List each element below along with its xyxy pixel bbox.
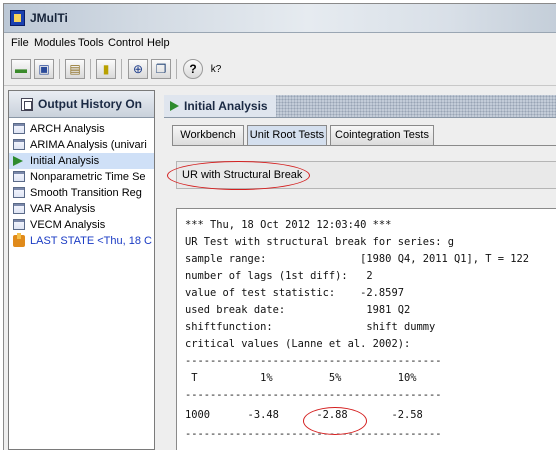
output-text-area[interactable]: *** Thu, 18 Oct 2012 12:03:40 *** UR Tes… <box>176 208 556 450</box>
copy-icon: ❐ <box>155 62 167 76</box>
menu-tools[interactable]: Tools <box>78 37 104 49</box>
history-item-last-state[interactable]: LAST STATE <Thu, 18 C <box>9 233 154 249</box>
toolbar-separator <box>90 59 91 79</box>
output-line: critical values (Lanne et al. 2002): <box>185 338 411 350</box>
menu-file[interactable]: File <box>11 37 29 49</box>
output-line: UR Test with structural break for series… <box>185 236 454 248</box>
test-selector-value: UR with Structural Break <box>182 169 303 181</box>
document-icon <box>13 139 25 150</box>
copy-button[interactable]: ❐ <box>151 59 171 79</box>
tab-cointegration-tests[interactable]: Cointegration Tests <box>330 125 434 145</box>
toolbar-separator <box>176 59 177 79</box>
app-window: JMulTi File Modules Tools Control Help ▬… <box>3 3 556 450</box>
help-icon: ? <box>189 62 197 76</box>
output-line: shiftfunction: shift dummy <box>185 321 436 333</box>
history-item-vecm[interactable]: VECM Analysis <box>9 217 154 233</box>
context-help-icon: k? <box>210 63 222 75</box>
initial-analysis-title-box: Initial Analysis <box>164 95 276 117</box>
help-button[interactable]: ? <box>183 59 203 79</box>
save-button[interactable]: ▣ <box>34 59 54 79</box>
menu-bar: File Modules Tools Control Help <box>4 33 556 53</box>
document-icon <box>13 123 25 134</box>
toolbar-separator <box>121 59 122 79</box>
window-title: JMulTi <box>30 11 68 25</box>
play-icon <box>13 156 23 166</box>
output-history-panel: Output History On ARCH Analysis ARIMA An… <box>8 90 155 450</box>
open-button[interactable]: ▬ <box>11 59 31 79</box>
jmulti-app-icon <box>10 10 25 26</box>
output-line: ----------------------------------------… <box>185 428 442 440</box>
toolbar-separator <box>59 59 60 79</box>
output-line: sample range: [1980 Q4, 2011 Q1], T = 12… <box>185 253 530 265</box>
history-item-arima[interactable]: ARIMA Analysis (univari <box>9 137 154 153</box>
navigate-icon: ⊕ <box>132 62 144 76</box>
output-history-icon <box>21 97 33 111</box>
output-line: value of test statistic: -2.8597 <box>185 287 404 299</box>
context-help-button[interactable]: k? <box>206 59 226 79</box>
folder-icon: ▤ <box>69 62 81 76</box>
initial-analysis-header: Initial Analysis <box>164 95 556 118</box>
test-selector[interactable]: UR with Structural Break <box>176 161 556 189</box>
calculator-button[interactable]: ▮ <box>96 59 116 79</box>
history-item-nonparametric[interactable]: Nonparametric Time Se <box>9 169 154 185</box>
tab-unit-root-tests[interactable]: Unit Root Tests <box>247 125 327 146</box>
history-item-var[interactable]: VAR Analysis <box>9 201 154 217</box>
output-line: ----------------------------------------… <box>185 389 442 401</box>
document-icon <box>13 203 25 214</box>
output-line: 1000 -3.48 -2.88 -2.58 <box>185 409 423 421</box>
document-icon <box>13 219 25 230</box>
title-bar: JMulTi <box>4 4 556 33</box>
initial-analysis-title: Initial Analysis <box>184 99 268 113</box>
output-history-title: Output History On <box>38 97 142 111</box>
folder-button[interactable]: ▤ <box>65 59 85 79</box>
toolbar: ▬ ▣ ▤ ▮ ⊕ ❐ ? k? <box>4 53 556 86</box>
menu-help[interactable]: Help <box>147 37 170 49</box>
output-line: *** Thu, 18 Oct 2012 12:03:40 *** <box>185 219 392 231</box>
save-icon: ▣ <box>38 62 50 76</box>
open-icon: ▬ <box>15 62 27 76</box>
calculator-icon: ▮ <box>102 62 110 76</box>
output-line: used break date: 1981 Q2 <box>185 304 411 316</box>
tab-workbench[interactable]: Workbench <box>172 125 244 145</box>
tab-divider <box>172 145 556 146</box>
history-item-initial-analysis[interactable]: Initial Analysis <box>9 153 154 169</box>
state-icon <box>13 233 25 247</box>
document-icon <box>13 187 25 198</box>
output-line: number of lags (1st diff): 2 <box>185 270 373 282</box>
output-history-header[interactable]: Output History On <box>9 91 154 118</box>
play-icon <box>170 101 179 111</box>
navigate-button[interactable]: ⊕ <box>128 59 148 79</box>
initial-analysis-panel: Initial Analysis Workbench Unit Root Tes… <box>164 95 556 450</box>
history-item-smooth-transition[interactable]: Smooth Transition Reg <box>9 185 154 201</box>
menu-control[interactable]: Control <box>108 37 143 49</box>
history-item-arch[interactable]: ARCH Analysis <box>9 121 154 137</box>
document-icon <box>13 171 25 182</box>
output-line: T 1% 5% 10% <box>185 372 417 384</box>
history-list: ARCH Analysis ARIMA Analysis (univari In… <box>9 118 154 249</box>
output-line: ----------------------------------------… <box>185 355 442 367</box>
menu-modules[interactable]: Modules <box>34 37 76 49</box>
